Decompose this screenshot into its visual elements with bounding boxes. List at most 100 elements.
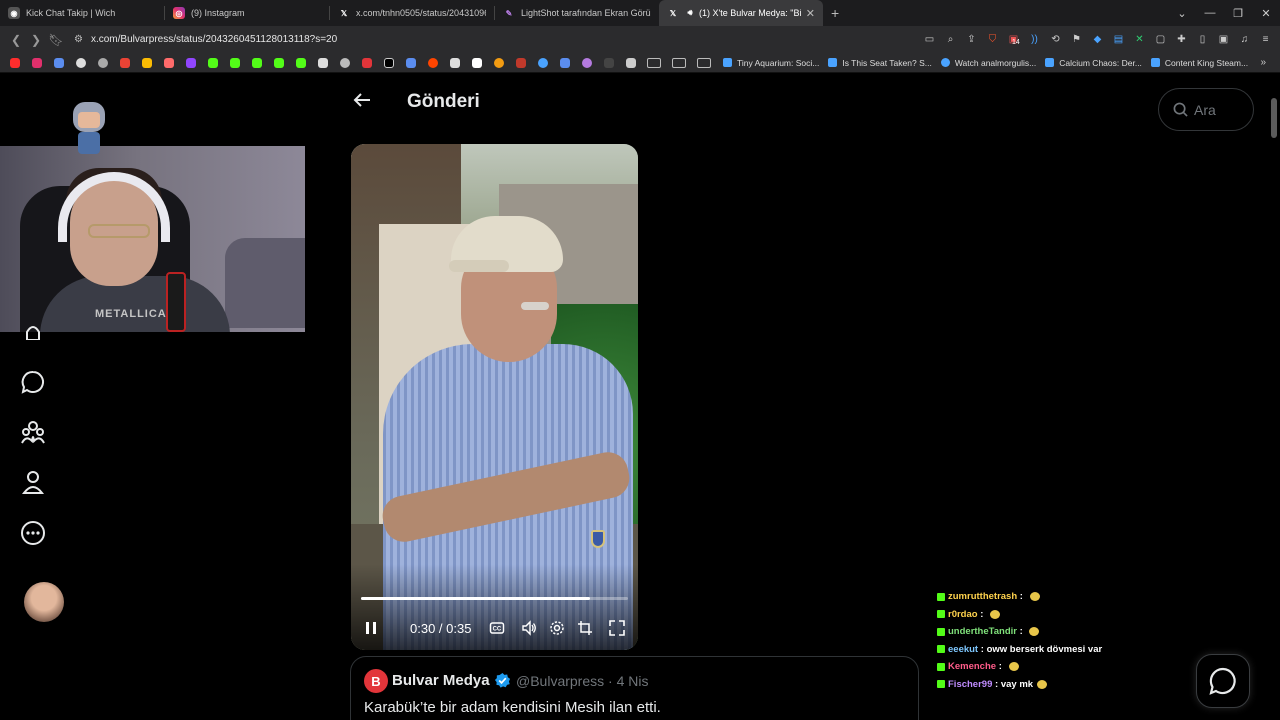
search-box[interactable] [1158,88,1254,131]
maximize-icon[interactable]: ❐ [1224,7,1252,20]
brave-shield-icon[interactable]: ⛉ [984,31,1001,48]
pause-icon[interactable] [363,620,379,636]
settings-icon[interactable] [549,620,565,636]
notifications-icon[interactable] [20,324,46,340]
tab-title: Kick Chat Takip | Wich [26,8,116,18]
bookmark-icon[interactable] [446,56,463,70]
kick-bookmark-icon[interactable] [204,56,221,70]
translate-icon[interactable]: ⟲ [1047,31,1064,48]
kick-badge-icon [937,592,945,601]
chat-message: r0rdao : [937,606,1137,624]
close-window-icon[interactable]: ✕ [1252,7,1280,20]
bookmark-icon[interactable] [336,56,353,70]
wallet-icon[interactable]: ▣ [1215,31,1232,48]
bookmark-icon[interactable] [534,56,551,70]
menu-icon[interactable]: ≡ [1257,31,1274,48]
sidebar-icon[interactable]: ▯ [1194,31,1211,48]
folder-icon[interactable] [647,57,661,68]
browser-tab-1[interactable]: ◉ Kick Chat Takip | Wich [0,0,164,26]
music-icon[interactable]: ♫ [1236,31,1253,48]
screenshot-icon[interactable]: ⚑ [1068,31,1085,48]
video-player[interactable]: 0:30 / 0:35 CC [351,144,638,650]
video-progress-bar[interactable] [361,597,628,600]
bookmark-steam-2[interactable]: Is This Seat Taken? S... [828,58,932,68]
folder-icon[interactable] [672,57,686,68]
picture-in-picture-icon[interactable] [577,620,593,636]
bookmark-icon[interactable] [50,56,67,70]
kick-bookmark-icon[interactable] [248,56,265,70]
forward-icon[interactable]: ❯ [26,33,46,47]
bookmark-steam-3[interactable]: Calcium Chaos: Der... [1045,58,1142,68]
kick-bookmark-icon[interactable] [226,56,243,70]
tweet-author-avatar[interactable]: B [364,669,388,693]
puzzle-icon[interactable]: ✚ [1173,31,1190,48]
extension-icon[interactable]: ◆ [1089,31,1106,48]
twitch-bookmark-icon[interactable] [182,56,199,70]
bookmark-icon[interactable] [490,56,507,70]
zoom-icon[interactable]: ⌕ [942,31,959,48]
bookmark-icon[interactable] [512,56,529,70]
bookmark-icon[interactable] [402,56,419,70]
post-header: Gönderi [337,74,905,130]
account-avatar[interactable] [24,582,64,622]
extension-icon[interactable]: ✕ [1131,31,1148,48]
messages-icon[interactable] [20,369,46,395]
bookmark-icon[interactable] [270,56,287,70]
page-scrollbar[interactable] [1271,98,1277,138]
browser-tab-3[interactable]: 𝕏 x.com/tnhn0505/status/20431096413 [330,0,494,26]
more-icon[interactable] [20,520,46,546]
back-icon[interactable]: ❮ [6,33,26,47]
bookmark-steam-1[interactable]: Tiny Aquarium: Soci... [723,58,819,68]
share-icon[interactable]: ⇪ [963,31,980,48]
quoted-tweet-card[interactable]: B Bulvar Medya @Bulvarpress · 4 Nis Kara… [350,656,919,720]
close-tab-icon[interactable]: ✕ [806,7,815,20]
site-info-icon[interactable]: ⚙︎ [74,34,83,45]
search-input[interactable] [1194,101,1244,118]
bookmark-icon[interactable] [556,56,573,70]
bookmark-label: Tiny Aquarium: Soci... [737,57,820,68]
profile-icon[interactable] [20,469,46,495]
bookmark-icon[interactable] [600,56,617,70]
cast-icon[interactable]: ▭ [921,31,938,48]
audio-icon[interactable]: )) [1026,31,1043,48]
folder-icon[interactable] [697,57,711,68]
browser-tab-2[interactable]: ◎ (9) Instagram [165,0,329,26]
bookmark-icon[interactable] [292,56,309,70]
back-arrow-icon[interactable] [353,91,371,109]
extension-icon[interactable]: ▢ [1152,31,1169,48]
speaker-icon[interactable]: 🔊︎ [685,7,695,19]
fullscreen-icon[interactable] [609,620,625,636]
verified-badge-icon [494,672,511,688]
gmail-bookmark-icon[interactable] [116,56,133,70]
browser-tab-5-active[interactable]: 𝕏 🔊︎ (1) X'te Bulvar Medya: "Bir gr ✕ [659,0,823,26]
bookmark-icon[interactable] [160,56,177,70]
tab-search-icon[interactable]: ⌄ [1168,7,1196,20]
anchor-bookmark-icon[interactable] [314,56,331,70]
reddit-bookmark-icon[interactable] [424,56,441,70]
captions-icon[interactable]: CC [489,620,505,636]
youtube-bookmark-icon[interactable] [6,56,23,70]
drive-bookmark-icon[interactable] [138,56,155,70]
instagram-bookmark-icon[interactable] [28,56,45,70]
browser-tab-4[interactable]: ✎ LightShot tarafından Ekran Görüntüsü [495,0,659,26]
bookmark-icon[interactable] [578,56,595,70]
bookmark-watch[interactable]: Watch analmorgulis... [940,58,1036,68]
volume-icon[interactable] [521,620,537,636]
x-bookmark-icon[interactable] [380,56,397,70]
bookmark-icon[interactable] [622,56,639,70]
bookmark-steam-4[interactable]: Content King Steam... [1150,58,1248,68]
more-bookmarks-icon[interactable]: » [1260,57,1266,68]
amazon-bookmark-icon[interactable] [468,56,485,70]
extension-badge-icon[interactable]: ▣ 14 [1005,31,1022,48]
communities-icon[interactable] [20,419,46,445]
minimize-icon[interactable]: — [1196,7,1224,19]
bookmark-icon[interactable] [94,56,111,70]
new-tab-icon[interactable]: + [831,5,839,21]
address-bar[interactable]: ⚙︎ x.com/Bulvarpress/status/204326045112… [74,30,337,50]
messages-floating-button[interactable] [1196,654,1250,708]
bookmark-icon[interactable] [72,56,89,70]
tweet-author-name[interactable]: Bulvar Medya [392,672,490,689]
bookmark-icon[interactable]: 🔖︎ [46,33,66,47]
extension-icon[interactable]: ▤ [1110,31,1127,48]
bookmark-icon[interactable] [358,56,375,70]
